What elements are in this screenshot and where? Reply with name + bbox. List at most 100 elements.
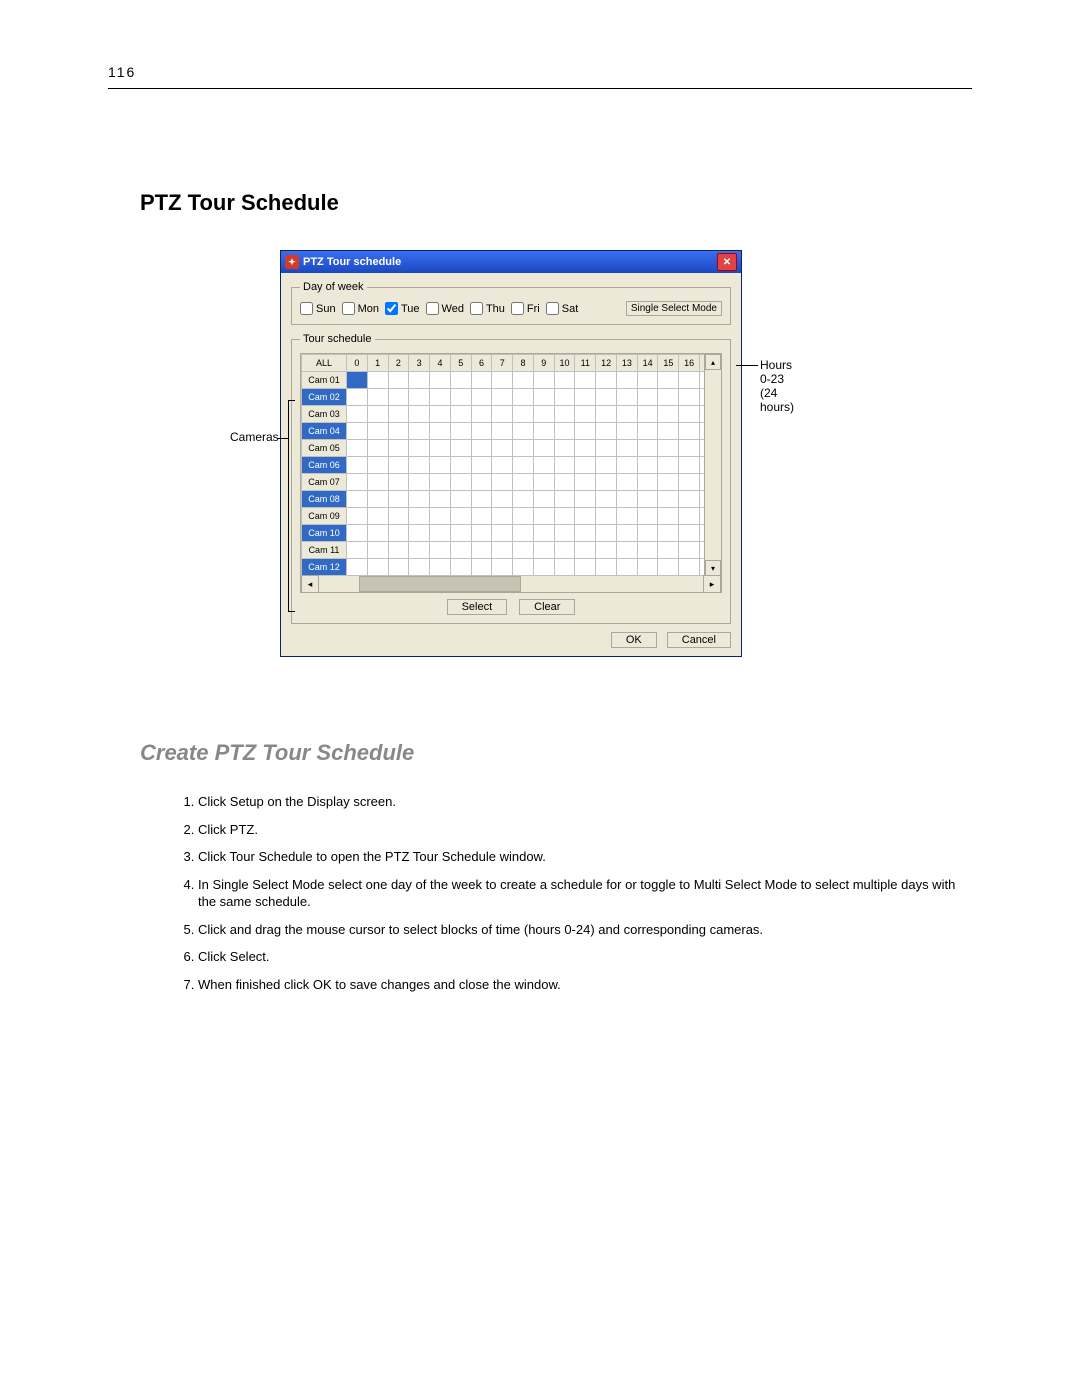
hour-header[interactable]: 16	[679, 355, 700, 372]
schedule-cell[interactable]	[409, 440, 430, 457]
schedule-cell[interactable]	[409, 508, 430, 525]
schedule-cell[interactable]	[409, 457, 430, 474]
schedule-cell[interactable]	[533, 525, 554, 542]
hour-header[interactable]: 13	[616, 355, 637, 372]
schedule-cell[interactable]	[679, 542, 700, 559]
day-checkbox-wed[interactable]: Wed	[426, 302, 464, 315]
schedule-cell[interactable]	[450, 559, 471, 576]
schedule-cell[interactable]	[430, 372, 451, 389]
select-button[interactable]: Select	[447, 599, 508, 615]
schedule-cell[interactable]	[637, 559, 658, 576]
schedule-cell[interactable]	[616, 372, 637, 389]
schedule-cell[interactable]	[513, 508, 534, 525]
schedule-cell[interactable]	[616, 389, 637, 406]
schedule-cell[interactable]	[409, 559, 430, 576]
hour-header[interactable]: 10	[554, 355, 575, 372]
schedule-cell[interactable]	[554, 389, 575, 406]
dialog-titlebar[interactable]: ✦ PTZ Tour schedule ✕	[281, 251, 741, 273]
day-checkbox-tue[interactable]: Tue	[385, 302, 420, 315]
vertical-scrollbar[interactable]: ▴ ▾	[704, 354, 721, 576]
hour-header[interactable]: 4	[430, 355, 451, 372]
schedule-cell[interactable]	[430, 559, 451, 576]
scroll-up-icon[interactable]: ▴	[705, 354, 721, 370]
hour-header[interactable]: 0	[347, 355, 368, 372]
schedule-cell[interactable]	[367, 406, 388, 423]
schedule-cell[interactable]	[492, 491, 513, 508]
schedule-cell[interactable]	[513, 491, 534, 508]
schedule-cell[interactable]	[409, 542, 430, 559]
schedule-cell[interactable]	[367, 457, 388, 474]
schedule-cell[interactable]	[616, 525, 637, 542]
schedule-cell[interactable]	[658, 372, 679, 389]
schedule-cell[interactable]	[409, 423, 430, 440]
schedule-cell[interactable]	[658, 406, 679, 423]
schedule-cell[interactable]	[533, 457, 554, 474]
schedule-cell[interactable]	[367, 389, 388, 406]
schedule-cell[interactable]	[471, 542, 492, 559]
schedule-cell[interactable]	[658, 440, 679, 457]
schedule-cell[interactable]	[554, 423, 575, 440]
hour-header[interactable]: 3	[409, 355, 430, 372]
schedule-cell[interactable]	[679, 372, 700, 389]
schedule-cell[interactable]	[679, 559, 700, 576]
schedule-cell[interactable]	[533, 559, 554, 576]
hour-header[interactable]: 8	[513, 355, 534, 372]
schedule-cell[interactable]	[658, 389, 679, 406]
schedule-cell[interactable]	[596, 474, 617, 491]
schedule-cell[interactable]	[409, 491, 430, 508]
hour-header[interactable]: 6	[471, 355, 492, 372]
close-icon[interactable]: ✕	[717, 253, 737, 271]
camera-row-label[interactable]: Cam 11	[302, 542, 347, 559]
schedule-cell[interactable]	[367, 525, 388, 542]
camera-row-label[interactable]: Cam 02	[302, 389, 347, 406]
schedule-cell[interactable]	[596, 389, 617, 406]
schedule-cell[interactable]	[513, 525, 534, 542]
schedule-cell[interactable]	[430, 440, 451, 457]
schedule-cell[interactable]	[616, 559, 637, 576]
hour-header[interactable]: 15	[658, 355, 679, 372]
day-checkbox-sun[interactable]: Sun	[300, 302, 336, 315]
schedule-cell[interactable]	[471, 559, 492, 576]
hour-header[interactable]: 14	[637, 355, 658, 372]
schedule-cell[interactable]	[596, 372, 617, 389]
schedule-cell[interactable]	[637, 372, 658, 389]
schedule-cell[interactable]	[409, 406, 430, 423]
schedule-cell[interactable]	[347, 491, 368, 508]
schedule-cell[interactable]	[533, 542, 554, 559]
schedule-cell[interactable]	[450, 542, 471, 559]
schedule-cell[interactable]	[492, 457, 513, 474]
schedule-cell[interactable]	[347, 423, 368, 440]
schedule-cell[interactable]	[658, 491, 679, 508]
schedule-cell[interactable]	[430, 508, 451, 525]
schedule-cell[interactable]	[471, 525, 492, 542]
schedule-cell[interactable]	[367, 491, 388, 508]
hour-header[interactable]: 7	[492, 355, 513, 372]
day-checkbox-input[interactable]	[546, 302, 559, 315]
schedule-cell[interactable]	[367, 440, 388, 457]
select-mode-button[interactable]: Single Select Mode	[626, 301, 722, 316]
schedule-cell[interactable]	[492, 542, 513, 559]
schedule-cell[interactable]	[367, 508, 388, 525]
schedule-cell[interactable]	[492, 389, 513, 406]
schedule-cell[interactable]	[575, 474, 596, 491]
schedule-cell[interactable]	[575, 508, 596, 525]
ok-button[interactable]: OK	[611, 632, 657, 648]
schedule-cell[interactable]	[596, 559, 617, 576]
day-checkbox-input[interactable]	[385, 302, 398, 315]
schedule-cell[interactable]	[596, 525, 617, 542]
schedule-cell[interactable]	[616, 457, 637, 474]
schedule-cell[interactable]	[554, 508, 575, 525]
hour-header[interactable]: 2	[388, 355, 409, 372]
schedule-cell[interactable]	[637, 406, 658, 423]
schedule-cell[interactable]	[409, 474, 430, 491]
schedule-cell[interactable]	[533, 389, 554, 406]
schedule-cell[interactable]	[430, 474, 451, 491]
schedule-cell[interactable]	[554, 491, 575, 508]
schedule-cell[interactable]	[388, 457, 409, 474]
schedule-cell[interactable]	[616, 474, 637, 491]
day-checkbox-input[interactable]	[300, 302, 313, 315]
schedule-cell[interactable]	[596, 457, 617, 474]
schedule-cell[interactable]	[471, 423, 492, 440]
schedule-cell[interactable]	[554, 542, 575, 559]
schedule-cell[interactable]	[388, 440, 409, 457]
